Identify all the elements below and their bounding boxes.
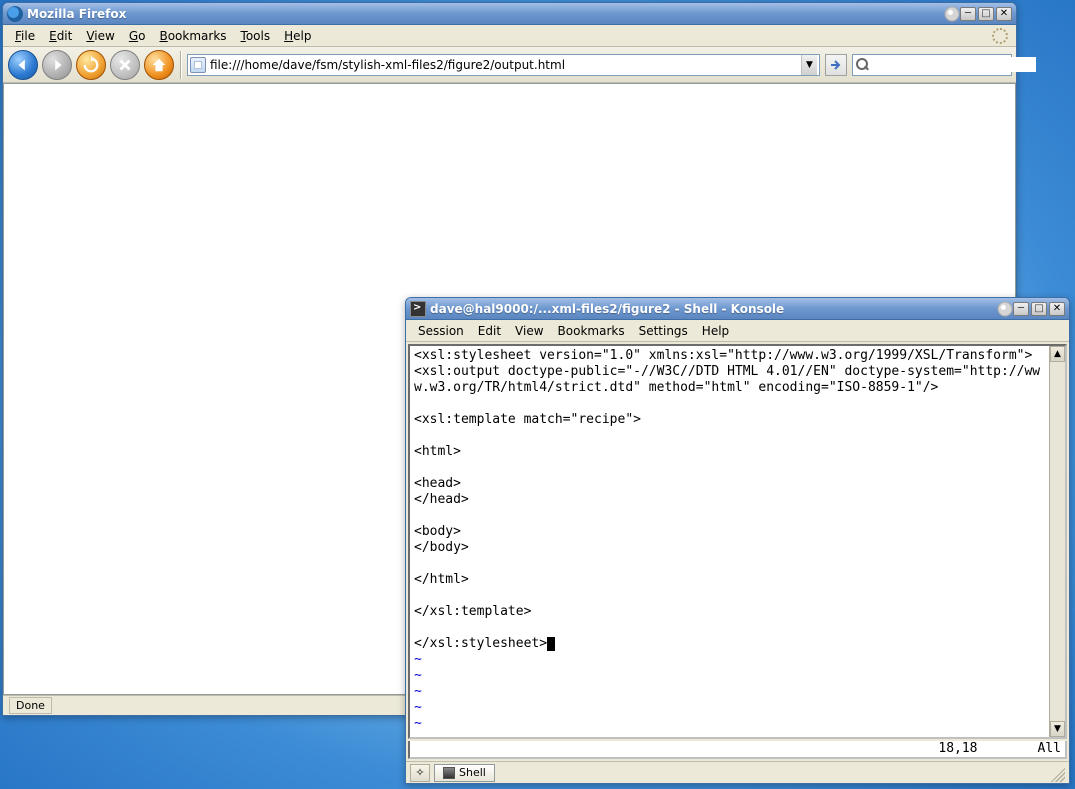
menu-bookmarks[interactable]: Bookmarks	[552, 322, 631, 340]
scroll-indicator: All	[1038, 741, 1061, 757]
konsole-tabbar: ✧ Shell	[406, 761, 1069, 783]
url-input[interactable]	[210, 58, 801, 72]
go-button[interactable]	[825, 54, 847, 76]
menu-tools[interactable]: Tools	[235, 27, 277, 45]
close-button[interactable]: ✕	[996, 7, 1012, 21]
scroll-down-button[interactable]: ▼	[1050, 721, 1065, 737]
scroll-track[interactable]	[1050, 362, 1065, 721]
cursor-position: 18,18	[938, 741, 1037, 757]
menu-settings[interactable]: Settings	[633, 322, 694, 340]
terminal-scrollbar[interactable]: ▲ ▼	[1049, 346, 1065, 737]
back-button[interactable]	[8, 50, 38, 80]
menu-bookmarks[interactable]: Bookmarks	[153, 27, 232, 45]
menu-session[interactable]: Session	[412, 322, 470, 340]
forward-button[interactable]	[42, 50, 72, 80]
terminal-content[interactable]: <xsl:stylesheet version="1.0" xmlns:xsl=…	[410, 346, 1049, 737]
cursor	[547, 637, 555, 651]
status-text: Done	[9, 697, 52, 714]
menu-help[interactable]: Help	[696, 322, 735, 340]
maximize-button[interactable]: □	[978, 7, 994, 21]
firefox-menubar: File Edit View Go Bookmarks Tools Help	[3, 25, 1016, 47]
search-input[interactable]	[859, 57, 1036, 72]
konsole-icon	[410, 301, 426, 317]
toolbar-separator	[180, 51, 182, 79]
resize-grip[interactable]	[1047, 764, 1065, 782]
home-button[interactable]	[144, 50, 174, 80]
menu-help[interactable]: Help	[278, 27, 317, 45]
firefox-icon	[7, 6, 23, 22]
reload-button[interactable]	[76, 50, 106, 80]
konsole-titlebar[interactable]: dave@hal9000:/...xml-files2/figure2 - Sh…	[406, 298, 1069, 320]
firefox-titlebar[interactable]: Mozilla Firefox ─ □ ✕	[3, 3, 1016, 25]
page-icon	[190, 57, 206, 73]
menu-go[interactable]: Go	[123, 27, 152, 45]
tab-shell[interactable]: Shell	[434, 764, 495, 782]
url-bar[interactable]: ▼	[187, 54, 820, 76]
throbber-icon	[992, 28, 1008, 44]
menu-view[interactable]: View	[80, 27, 120, 45]
firefox-toolbar: ▼	[3, 47, 1016, 83]
stop-button[interactable]	[110, 50, 140, 80]
kde-swirl-icon	[997, 301, 1013, 317]
firefox-title: Mozilla Firefox	[23, 7, 942, 21]
new-tab-button[interactable]: ✧	[410, 764, 430, 782]
shell-tab-icon	[443, 767, 455, 779]
maximize-button[interactable]: □	[1031, 302, 1047, 316]
konsole-title: dave@hal9000:/...xml-files2/figure2 - Sh…	[426, 302, 995, 316]
tab-label: Shell	[459, 766, 486, 779]
close-button[interactable]: ✕	[1049, 302, 1065, 316]
konsole-menubar: Session Edit View Bookmarks Settings Hel…	[406, 320, 1069, 342]
menu-view[interactable]: View	[509, 322, 549, 340]
terminal-statusline: 18,18 All	[408, 741, 1067, 759]
konsole-window: dave@hal9000:/...xml-files2/figure2 - Sh…	[405, 297, 1070, 784]
menu-file[interactable]: File	[9, 27, 41, 45]
kde-swirl-icon	[944, 6, 960, 22]
menu-edit[interactable]: Edit	[472, 322, 507, 340]
menu-edit[interactable]: Edit	[43, 27, 78, 45]
url-dropdown-button[interactable]: ▼	[801, 55, 817, 75]
minimize-button[interactable]: ─	[1013, 302, 1029, 316]
scroll-up-button[interactable]: ▲	[1050, 346, 1065, 362]
search-box[interactable]	[852, 54, 1012, 76]
terminal-area[interactable]: <xsl:stylesheet version="1.0" xmlns:xsl=…	[408, 344, 1067, 739]
minimize-button[interactable]: ─	[960, 7, 976, 21]
